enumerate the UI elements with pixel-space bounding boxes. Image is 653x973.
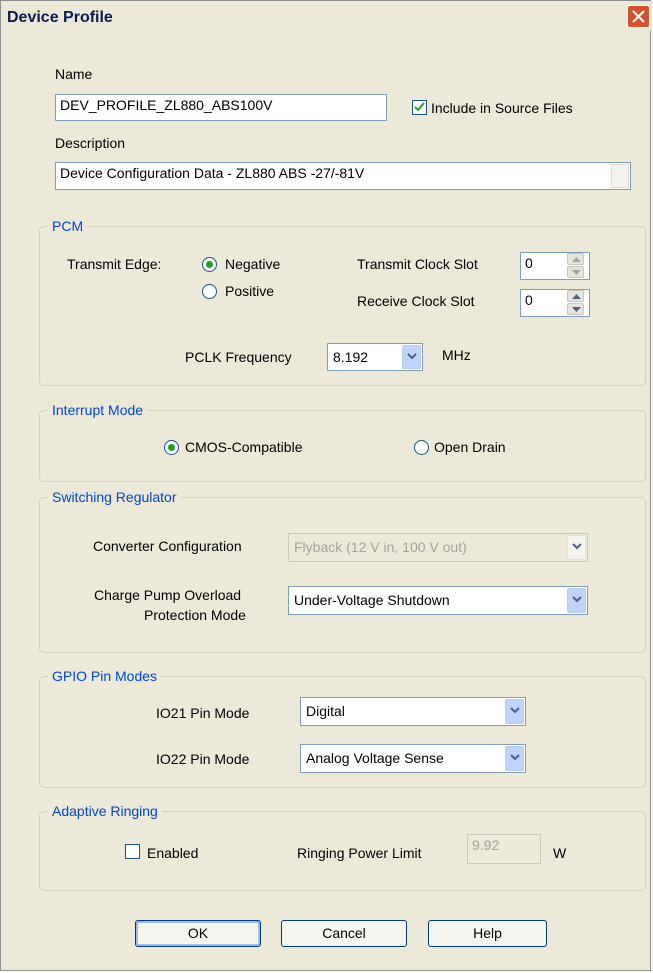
enabled-checkbox[interactable]: [125, 844, 140, 859]
charge-pump-label-2: Protection Mode: [144, 607, 246, 623]
close-icon: [632, 10, 645, 23]
close-button[interactable]: [627, 5, 650, 28]
power-limit-label: Ringing Power Limit: [297, 845, 422, 861]
include-source-label: Include in Source Files: [431, 100, 573, 116]
converter-value: Flyback (12 V in, 100 V out): [294, 539, 467, 555]
radio-selected-dot: [168, 444, 175, 451]
open-drain-radio[interactable]: [414, 440, 429, 455]
pclk-value: 8.192: [333, 349, 369, 365]
io21-label: IO21 Pin Mode: [156, 705, 250, 721]
io21-select[interactable]: Digital: [300, 697, 526, 726]
power-limit-unit: W: [553, 845, 567, 861]
ok-button[interactable]: OK: [135, 920, 261, 947]
io22-dropdown-button[interactable]: [505, 746, 524, 771]
interrupt-group-title: Interrupt Mode: [48, 402, 148, 418]
io21-dropdown-button[interactable]: [505, 699, 524, 724]
transmit-edge-label: Transmit Edge:: [67, 256, 162, 272]
positive-radio[interactable]: [202, 284, 217, 299]
charge-pump-select[interactable]: Under-Voltage Shutdown: [288, 586, 588, 615]
title-bar[interactable]: Device Profile: [1, 1, 652, 31]
switching-group-title: Switching Regulator: [48, 489, 181, 505]
io22-label: IO22 Pin Mode: [156, 751, 250, 767]
radio-selected-dot: [206, 261, 213, 268]
chevron-down-icon: [510, 707, 520, 714]
charge-pump-label-1: Charge Pump Overload: [94, 587, 242, 603]
converter-label: Converter Configuration: [93, 538, 242, 554]
pclk-label: PCLK Frequency: [185, 349, 292, 365]
pclk-unit: MHz: [442, 347, 471, 363]
spin-up-button[interactable]: [567, 290, 584, 302]
chevron-down-icon: [407, 353, 417, 360]
positive-label: Positive: [225, 283, 275, 299]
io22-value: Analog Voltage Sense: [306, 750, 444, 766]
charge-pump-dropdown-button[interactable]: [567, 588, 586, 613]
spin-down-button[interactable]: [567, 303, 584, 315]
window-title: Device Profile: [7, 9, 113, 26]
arrow-down-icon: [572, 270, 581, 275]
negative-label: Negative: [225, 256, 281, 272]
spin-up-button[interactable]: [567, 253, 584, 265]
pclk-dropdown-button[interactable]: [402, 345, 421, 369]
negative-radio[interactable]: [202, 257, 217, 272]
cmos-radio[interactable]: [164, 440, 179, 455]
transmit-slot-spinner[interactable]: [567, 253, 584, 279]
chevron-down-icon: [510, 754, 520, 761]
io22-select[interactable]: Analog Voltage Sense: [300, 744, 526, 773]
description-label: Description: [55, 135, 126, 151]
chevron-down-icon: [572, 543, 582, 550]
interrupt-group: Interrupt Mode: [39, 402, 646, 482]
power-limit-input[interactable]: 9.92: [467, 834, 541, 864]
switching-group: Switching Regulator: [39, 489, 646, 653]
name-label: Name: [55, 66, 93, 82]
pclk-select[interactable]: 8.192: [327, 343, 423, 371]
converter-dropdown-button[interactable]: [567, 535, 586, 560]
checkmark-icon: [414, 102, 425, 112]
charge-pump-value: Under-Voltage Shutdown: [294, 592, 450, 608]
arrow-up-icon: [572, 257, 581, 262]
spin-down-button[interactable]: [567, 266, 584, 278]
gpio-group-title: GPIO Pin Modes: [48, 668, 162, 684]
receive-slot-spinner[interactable]: [567, 290, 584, 316]
device-profile-dialog: Device Profile Name DEV_PROFILE_ZL880_AB…: [0, 0, 652, 971]
receive-slot-label: Receive Clock Slot: [357, 293, 475, 309]
arrow-up-icon: [572, 294, 581, 299]
io21-value: Digital: [306, 703, 345, 719]
description-scrollbar[interactable]: [611, 164, 629, 188]
chevron-down-icon: [572, 596, 582, 603]
enabled-label: Enabled: [147, 845, 199, 861]
converter-select[interactable]: Flyback (12 V in, 100 V out): [288, 533, 588, 562]
cmos-label: CMOS-Compatible: [185, 439, 303, 455]
description-input[interactable]: Device Configuration Data - ZL880 ABS -2…: [55, 162, 631, 190]
open-drain-label: Open Drain: [434, 439, 506, 455]
name-input[interactable]: DEV_PROFILE_ZL880_ABS100V: [55, 94, 387, 121]
cancel-button[interactable]: Cancel: [281, 920, 407, 947]
transmit-slot-label: Transmit Clock Slot: [357, 256, 478, 272]
help-button[interactable]: Help: [428, 920, 547, 947]
arrow-down-icon: [572, 307, 581, 312]
include-source-checkbox[interactable]: [412, 100, 427, 115]
pcm-group-title: PCM: [48, 218, 88, 234]
adaptive-group-title: Adaptive Ringing: [48, 803, 162, 819]
